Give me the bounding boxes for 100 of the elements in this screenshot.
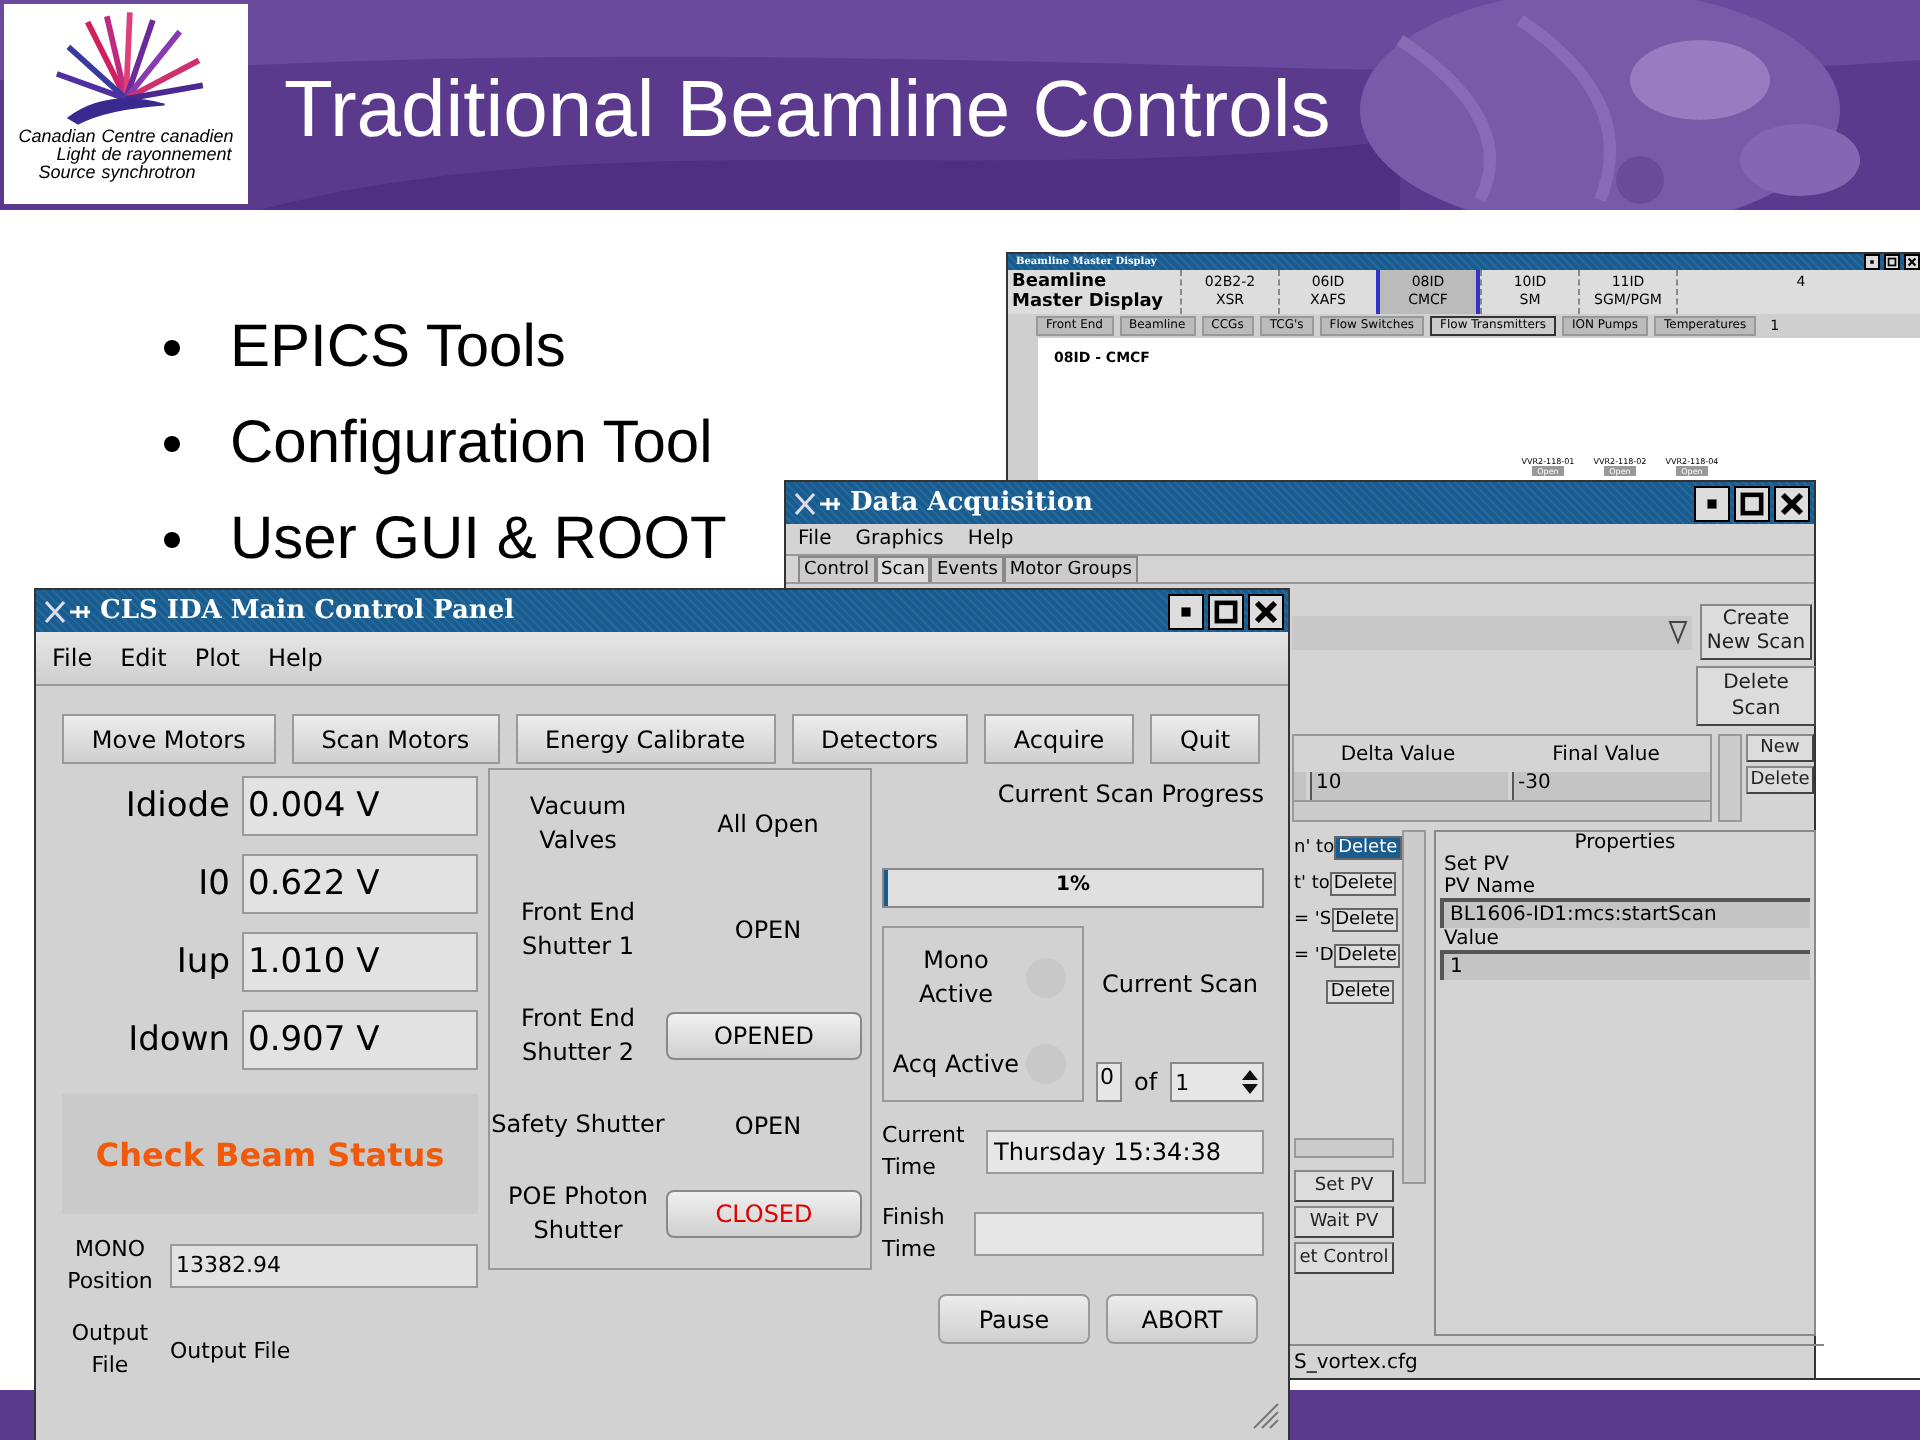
scan-index-field[interactable]: 0 (1096, 1062, 1122, 1102)
shutter-button[interactable]: OPENED (666, 1011, 862, 1060)
scroll-bar[interactable] (1294, 800, 1710, 820)
menu-item[interactable]: Graphics (855, 528, 944, 550)
reading-field: 0.004 V (242, 776, 478, 836)
output-file-label: Output File (170, 1337, 291, 1363)
scroll-bar[interactable] (1402, 830, 1426, 1184)
scan-count-spinner[interactable]: 1 (1169, 1062, 1264, 1102)
tab[interactable]: Events (930, 556, 1004, 582)
reading-label: Idown (128, 1020, 230, 1060)
window-heading: Beamline Master Display (1010, 270, 1165, 314)
new-button[interactable]: New (1746, 734, 1814, 762)
maximize-button[interactable] (1734, 485, 1770, 521)
field-label: MONO Position (65, 1234, 155, 1298)
table-field[interactable]: -30 (1512, 772, 1710, 800)
close-button[interactable] (1248, 593, 1284, 629)
panel-title: Properties (1572, 832, 1678, 854)
property-label: PV Name (1442, 876, 1538, 898)
maximize-button[interactable] (1208, 593, 1244, 629)
reading-field: 0.907 V (242, 1010, 478, 1070)
window-menu-icon[interactable] (794, 491, 842, 515)
tab[interactable]: Scan (875, 556, 931, 582)
bullet-text: EPICS Tools (230, 314, 566, 382)
shutter-label: Vacuum Valves (527, 789, 629, 858)
field-label: Current Scan (1099, 970, 1261, 998)
menu-item[interactable]: File (52, 644, 93, 672)
property-label: Value (1442, 928, 1501, 950)
bullet-icon (164, 436, 180, 452)
shutter-label: Front End Shutter 1 (519, 895, 637, 964)
dropdown-arrow-icon[interactable] (1668, 618, 1688, 646)
toolbar-button[interactable]: Energy Calibrate (515, 714, 776, 764)
reading-label: Idiode (125, 786, 230, 826)
toolbar-button[interactable]: Acquire (983, 714, 1135, 764)
menu-item[interactable]: Help (967, 528, 1014, 550)
tab[interactable]: Motor Groups (1003, 556, 1138, 582)
reading-label: I0 (198, 864, 230, 904)
reading-field: 0.622 V (242, 854, 478, 914)
minimize-button[interactable] (1694, 485, 1730, 521)
indicator-label: Acq Active (890, 1047, 1022, 1081)
current-time-field: Thursday 15:34:38 (986, 1130, 1264, 1174)
bullet-text: Configuration Tool (230, 410, 713, 478)
progress-reading: 1% (1054, 874, 1092, 896)
bullet-text: User GUI & ROOT (230, 506, 727, 574)
logo-text: Canadian Light Source (18, 128, 96, 182)
pv-name-field[interactable]: BL1606-ID1:mcs:startScan (1440, 898, 1810, 928)
field-label: Current Time (882, 1120, 967, 1184)
menu-item[interactable]: Help (267, 644, 323, 672)
property-label: Set PV (1442, 854, 1511, 876)
window-menu-icon[interactable] (44, 599, 92, 623)
shutter-label: Front End Shutter 2 (519, 1001, 637, 1070)
progress-title: Current Scan Progress (995, 780, 1264, 808)
action-row[interactable]: = 'D Delete (1294, 938, 1394, 972)
column-header: Final Value (1550, 743, 1662, 765)
field-label: Finish Time (882, 1202, 947, 1266)
indicator-label: Mono Active (916, 944, 996, 1012)
delete-button[interactable]: Delete (1746, 766, 1814, 794)
reading-field: 1.010 V (242, 932, 478, 992)
field-label: Output File (69, 1318, 151, 1382)
abort-button[interactable]: ABORT (1106, 1294, 1258, 1344)
shutter-label: POE Photon Shutter (506, 1180, 650, 1249)
action-button[interactable]: et Control (1294, 1242, 1394, 1274)
shutter-status: All Open (715, 809, 821, 838)
menu-item[interactable]: Edit (120, 644, 167, 672)
tab[interactable]: Control (798, 556, 876, 582)
value-field[interactable]: 1 (1440, 950, 1810, 980)
toolbar-button[interactable]: Move Motors (62, 714, 276, 764)
minimize-button[interactable] (1864, 254, 1880, 270)
delete-scan-button[interactable]: Delete Scan (1696, 666, 1816, 726)
action-row[interactable]: = 'S Delete (1294, 902, 1394, 936)
pause-button[interactable]: Pause (938, 1294, 1090, 1344)
create-scan-button[interactable]: Create New Scan (1700, 604, 1812, 660)
beam-status-panel: Check Beam Status (62, 1094, 478, 1214)
action-button[interactable]: Set PV (1294, 1170, 1394, 1202)
menu-item[interactable]: File (798, 528, 832, 550)
scroll-bar[interactable] (1718, 734, 1742, 822)
action-row[interactable]: Delete (1294, 974, 1394, 1008)
slide-title: Traditional Beamline Controls (284, 66, 1331, 156)
bullet-icon (164, 340, 180, 356)
action-row[interactable]: t' to Delete (1294, 866, 1394, 900)
reading-label: Iup (176, 942, 230, 982)
bullet-icon (164, 532, 180, 548)
column-header: Delta Value (1338, 743, 1458, 765)
scroll-bar[interactable] (1294, 1138, 1394, 1158)
table-field[interactable]: 10 (1310, 772, 1508, 800)
logo-text: Centre canadien de rayonnement synchrotron (101, 128, 234, 182)
shutter-status: OPEN (732, 1111, 804, 1140)
shutter-label: Safety Shutter (490, 1108, 666, 1143)
toolbar-button[interactable]: Scan Motors (291, 714, 500, 764)
action-button[interactable]: Wait PV (1294, 1206, 1394, 1238)
shutter-button[interactable]: CLOSED (666, 1190, 862, 1239)
minimize-button[interactable] (1168, 593, 1204, 629)
toolbar-button[interactable]: Detectors (791, 714, 968, 764)
mono-position-field[interactable]: 13382.94 (170, 1244, 478, 1288)
table-field[interactable] (1294, 772, 1306, 800)
toolbar-button[interactable]: Quit (1150, 714, 1260, 764)
menu-item[interactable]: Plot (194, 644, 240, 672)
close-button[interactable] (1774, 485, 1810, 521)
spinner-arrows-icon[interactable] (1242, 1068, 1258, 1096)
window-title: CLS IDA Main Control Panel (100, 596, 515, 626)
resize-grip-icon[interactable] (1252, 1402, 1280, 1430)
